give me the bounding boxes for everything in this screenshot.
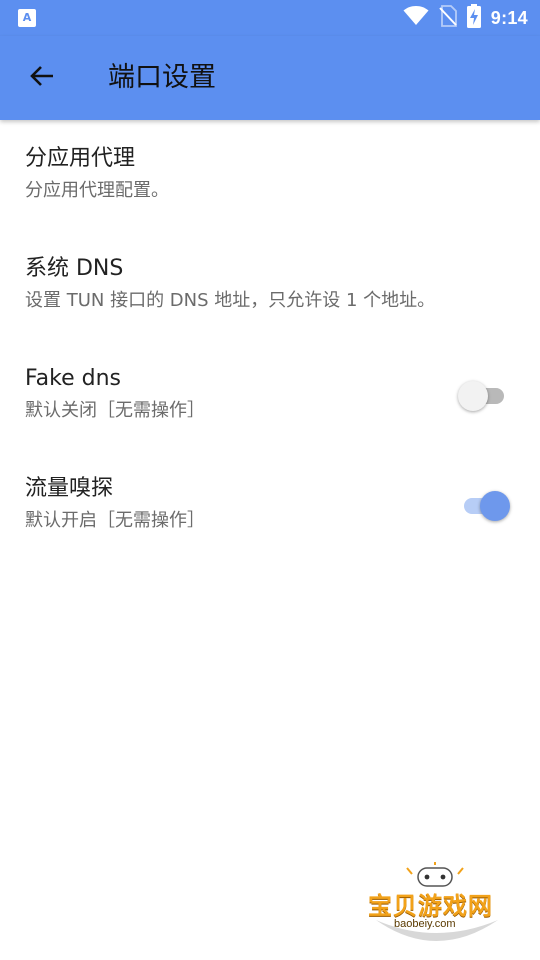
switch-thumb — [480, 491, 510, 521]
wifi-icon — [403, 5, 429, 30]
page-title: 端口设置 — [108, 62, 216, 93]
watermark-name: 宝贝游戏网 — [368, 892, 493, 920]
watermark-url: baobeiy.com — [394, 918, 456, 930]
setting-fake-dns[interactable]: Fake dns 默认关闭［无需操作］ — [0, 340, 540, 450]
notification-app-icon: A — [18, 9, 36, 27]
back-button[interactable] — [20, 56, 64, 100]
setting-subtitle: 设置 TUN 接口的 DNS 地址，只允许设 1 个地址。 — [25, 290, 436, 311]
fake-dns-toggle[interactable] — [458, 381, 510, 411]
setting-system-dns[interactable]: 系统 DNS 设置 TUN 接口的 DNS 地址，只允许设 1 个地址。 — [0, 230, 540, 340]
setting-subtitle: 分应用代理配置。 — [25, 180, 169, 201]
setting-subtitle: 默认开启［无需操作］ — [25, 510, 205, 531]
battery-charging-icon — [466, 4, 481, 32]
setting-title: Fake dns — [25, 366, 121, 391]
arrow-left-icon — [29, 63, 55, 93]
switch-thumb — [458, 381, 488, 411]
setting-subtitle: 默认关闭［无需操作］ — [25, 400, 205, 421]
setting-title: 流量嗅探 — [25, 476, 114, 501]
app-toolbar: 端口设置 — [0, 36, 540, 120]
status-bar: A 9:14 — [0, 0, 540, 36]
no-sim-icon — [439, 5, 457, 31]
status-icons: 9:14 — [403, 4, 528, 32]
setting-title: 系统 DNS — [25, 256, 124, 281]
setting-title: 分应用代理 — [25, 146, 136, 171]
watermark-logo: 宝贝游戏网 baobeiy.com — [366, 862, 506, 952]
setting-per-app-proxy[interactable]: 分应用代理 分应用代理配置。 — [0, 120, 540, 230]
setting-traffic-sniffing[interactable]: 流量嗅探 默认开启［无需操作］ — [0, 450, 540, 560]
clock: 9:14 — [490, 7, 528, 28]
traffic-sniffing-toggle[interactable] — [458, 491, 510, 521]
settings-list: 分应用代理 分应用代理配置。 系统 DNS 设置 TUN 接口的 DNS 地址，… — [0, 120, 540, 560]
